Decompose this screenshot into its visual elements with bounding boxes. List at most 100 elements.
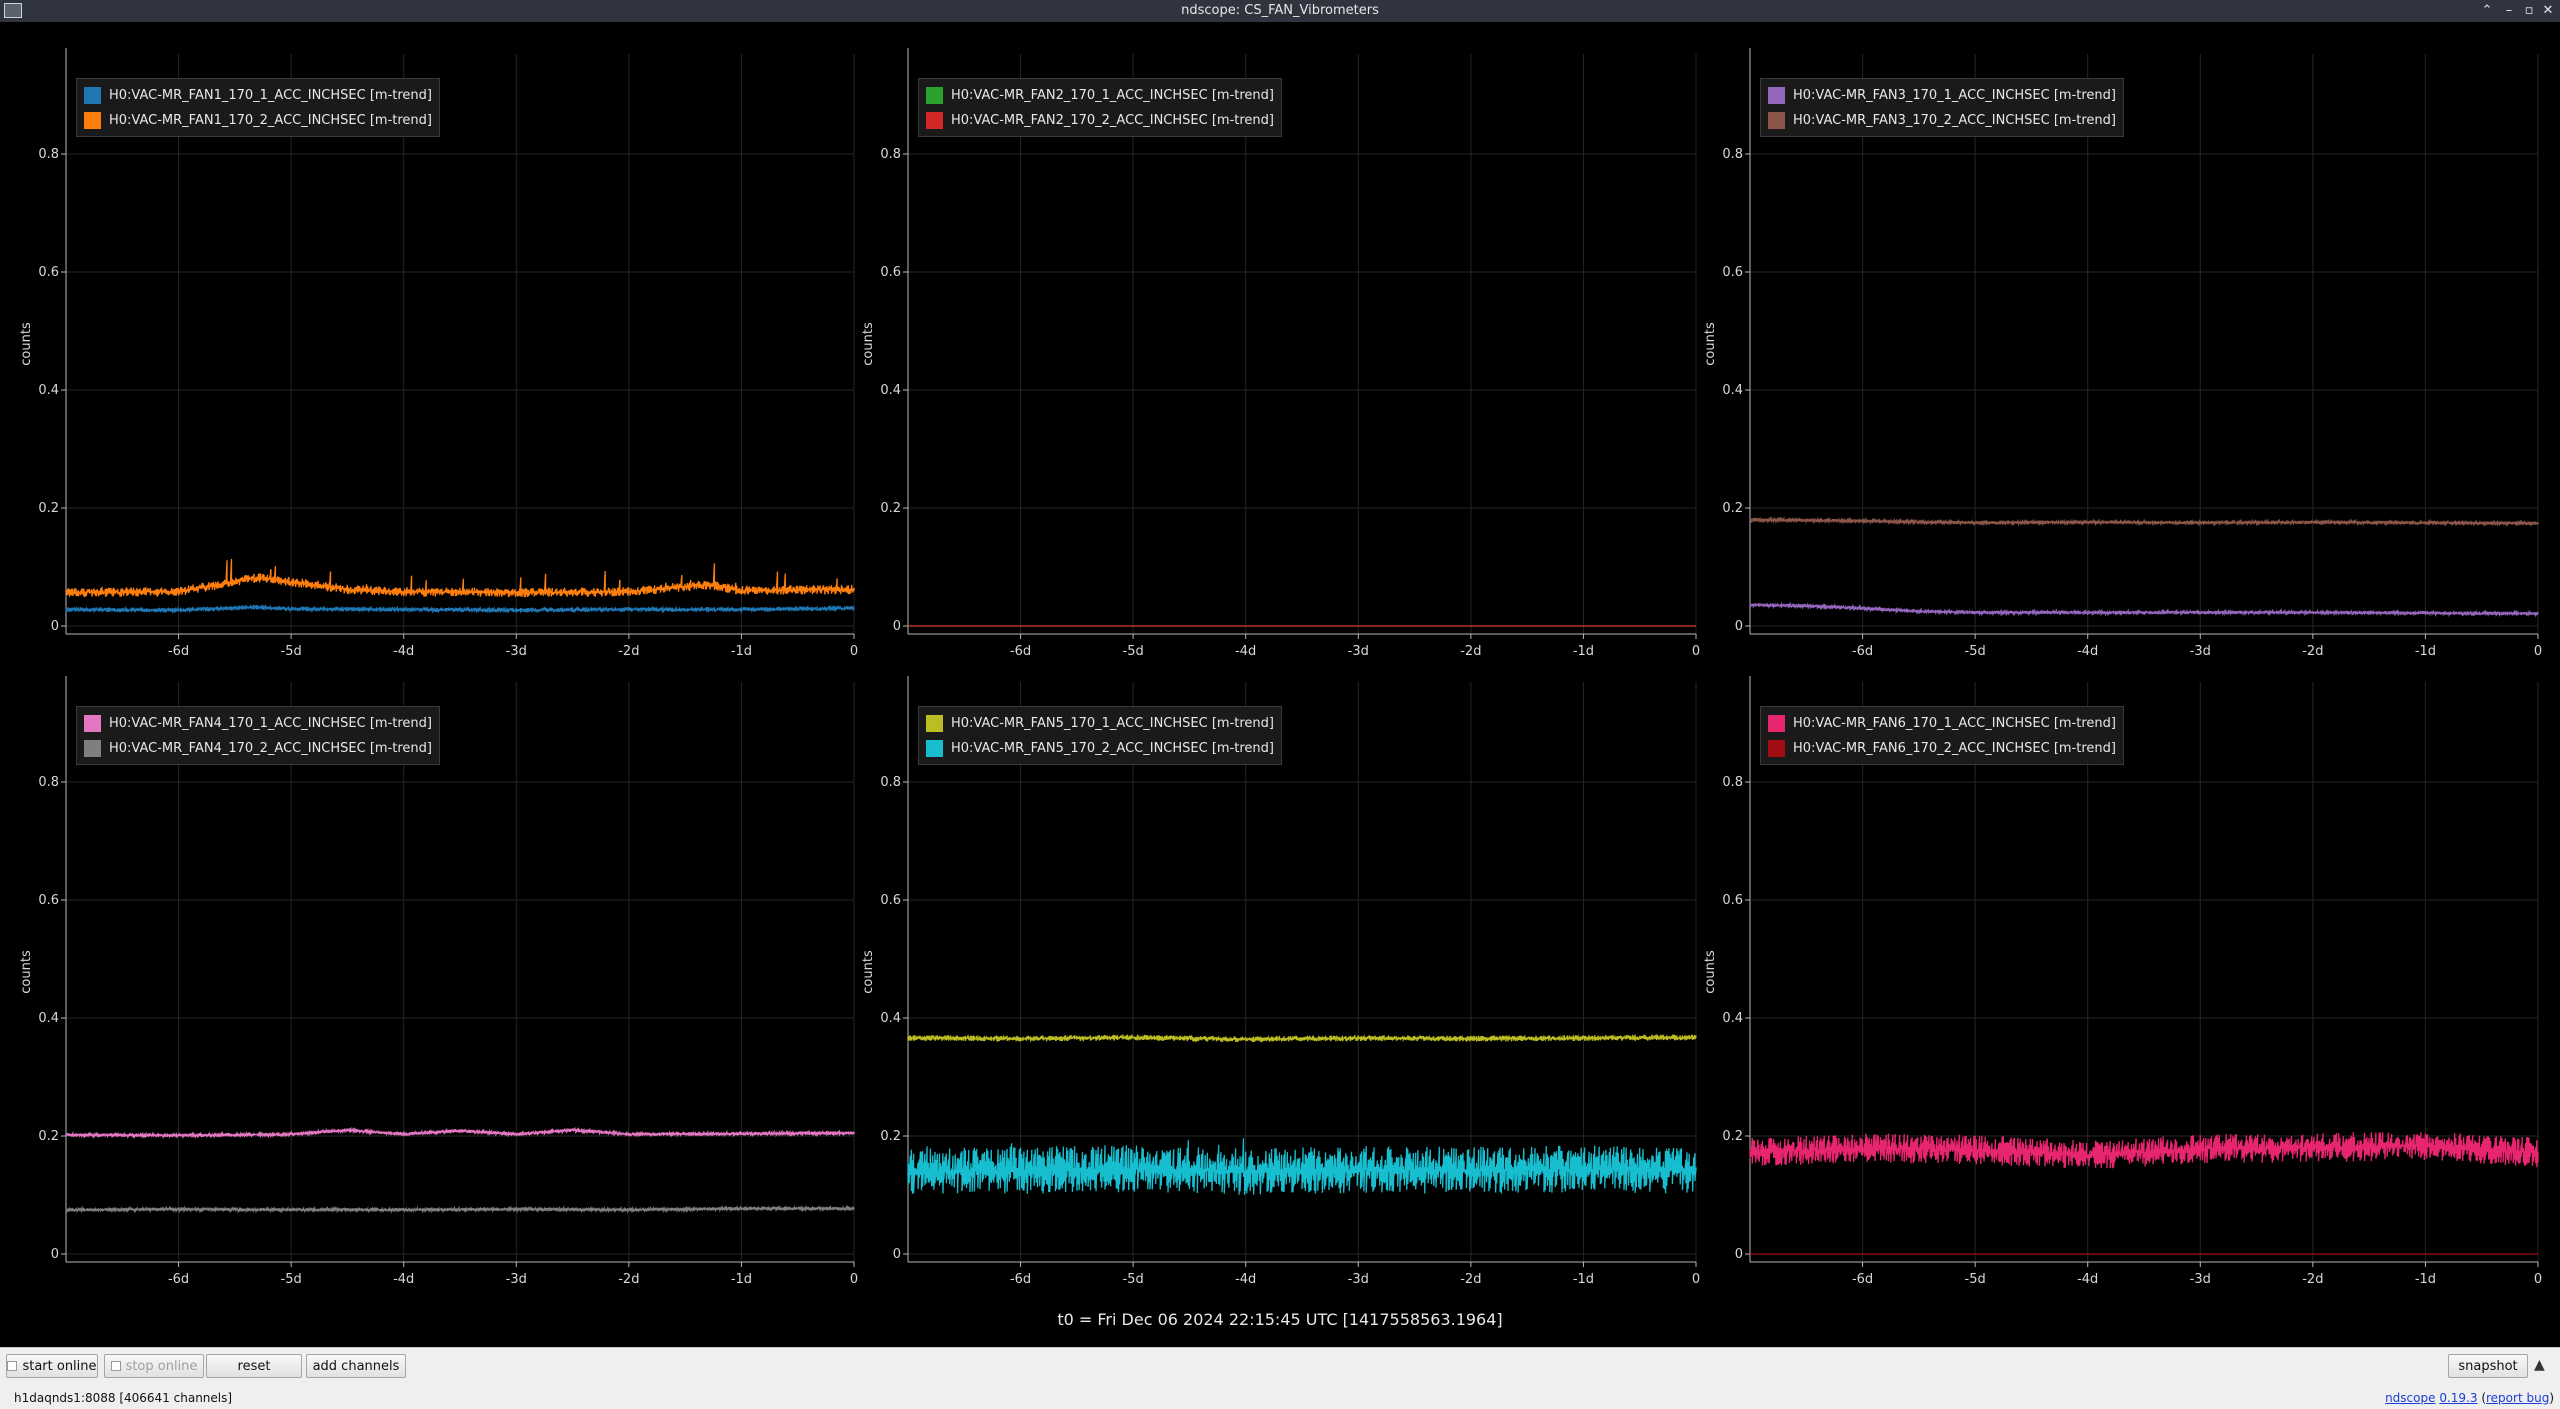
x-tick-label: -5d [1123, 1272, 1144, 1287]
y-tick-label: 0.6 [880, 893, 901, 908]
close-button[interactable]: ✕ [2539, 2, 2557, 20]
series-line [65, 558, 855, 598]
legend-label: H0:VAC-MR_FAN2_170_2_ACC_INCHSEC [m-tren… [951, 113, 1274, 128]
plot-2[interactable]: -6d -5d -4d -3d -2d -1d 0 0 0.2 0.4 0.6 0.8 counts [861, 48, 1700, 659]
legend: H0:VAC-MR_FAN1_170_1_ACC_INCHSEC [m-tren… [76, 78, 440, 137]
legend-item[interactable]: H0:VAC-MR_FAN3_170_2_ACC_INCHSEC [m-tren… [1768, 108, 2116, 133]
legend-label: H0:VAC-MR_FAN6_170_1_ACC_INCHSEC [m-tren… [1793, 716, 2116, 731]
legend-swatch [1768, 112, 1785, 129]
snapshot-button[interactable]: snapshot [2448, 1354, 2528, 1378]
x-tick-label: -4d [2077, 1272, 2098, 1287]
y-tick-label: 0.4 [1722, 383, 1743, 398]
legend-item[interactable]: H0:VAC-MR_FAN2_170_2_ACC_INCHSEC [m-tren… [926, 108, 1274, 133]
plot-4[interactable]: -6d -5d -4d -3d -2d -1d 0 0 0.2 0.4 0.6 0.8 counts [19, 676, 858, 1287]
y-tick-label: 0 [51, 1247, 59, 1262]
y-axis-label: counts [1703, 322, 1718, 366]
plot-3[interactable]: -6d -5d -4d -3d -2d -1d 0 0 0.2 0.4 0.6 0.8 counts [1703, 48, 2542, 659]
ndscope-link[interactable]: ndscope [2385, 1391, 2435, 1405]
legend-swatch [84, 715, 101, 732]
x-tick-label: -1d [1573, 644, 1594, 659]
y-tick-label: 0.6 [1722, 265, 1743, 280]
x-tick-label: -2d [2302, 1272, 2323, 1287]
plot-5[interactable]: -6d -5d -4d -3d -2d -1d 0 0 0.2 0.4 0.6 0.8 counts [861, 676, 1700, 1287]
x-tick-label: -1d [2415, 1272, 2436, 1287]
x-tick-label: -6d [1010, 644, 1031, 659]
x-tick-label: -5d [1965, 644, 1986, 659]
legend-label: H0:VAC-MR_FAN4_170_1_ACC_INCHSEC [m-tren… [109, 716, 432, 731]
status-bar: h1daqnds1:8088 [406641 channels] ndscope… [0, 1387, 2560, 1409]
legend-swatch [926, 87, 943, 104]
y-tick-label: 0.4 [880, 1011, 901, 1026]
legend: H0:VAC-MR_FAN2_170_1_ACC_INCHSEC [m-tren… [918, 78, 1282, 137]
x-tick-label: -2d [1460, 644, 1481, 659]
plot-1[interactable]: -6d -5d -4d -3d -2d -1d 0 0 0.2 0.4 0.6 0.8 counts [19, 48, 858, 659]
t0-label: t0 = Fri Dec 06 2024 22:15:45 UTC [14175… [1057, 1310, 1503, 1329]
y-tick-label: 0.2 [1722, 1129, 1743, 1144]
legend-item[interactable]: H0:VAC-MR_FAN6_170_2_ACC_INCHSEC [m-tren… [1768, 736, 2116, 761]
legend-item[interactable]: H0:VAC-MR_FAN4_170_1_ACC_INCHSEC [m-tren… [84, 711, 432, 736]
series-line [907, 1138, 1697, 1195]
plots-canvas[interactable]: -6d -5d -4d -3d -2d -1d 0 0 0.2 0.4 0.6 0.8 counts -6… [0, 22, 2560, 1347]
y-tick-label: 0.6 [880, 265, 901, 280]
legend-item[interactable]: H0:VAC-MR_FAN5_170_1_ACC_INCHSEC [m-tren… [926, 711, 1274, 736]
legend-label: H0:VAC-MR_FAN1_170_2_ACC_INCHSEC [m-tren… [109, 113, 432, 128]
x-tick-label: -3d [2190, 644, 2211, 659]
maximize-button[interactable]: ▫ [2520, 2, 2538, 20]
series-line [1749, 1132, 2539, 1169]
y-axis-label: counts [19, 950, 34, 994]
minimize-button[interactable]: – [2500, 2, 2518, 20]
x-tick-label: -6d [168, 1272, 189, 1287]
stop-online-label: stop online [125, 1358, 198, 1374]
y-tick-label: 0.8 [880, 147, 901, 162]
legend-item[interactable]: H0:VAC-MR_FAN2_170_1_ACC_INCHSEC [m-tren… [926, 83, 1274, 108]
x-tick-label: -2d [618, 1272, 639, 1287]
x-tick-label: -5d [281, 644, 302, 659]
y-tick-label: 0.6 [38, 265, 59, 280]
x-tick-label: -4d [2077, 644, 2098, 659]
expand-icon[interactable]: ▲ [2534, 1357, 2545, 1373]
legend: H0:VAC-MR_FAN4_170_1_ACC_INCHSEC [m-tren… [76, 706, 440, 765]
y-axis-label: counts [861, 322, 876, 366]
x-tick-label: 0 [2534, 1272, 2542, 1287]
legend-item[interactable]: H0:VAC-MR_FAN4_170_2_ACC_INCHSEC [m-tren… [84, 736, 432, 761]
legend-swatch [926, 740, 943, 757]
y-tick-label: 0.6 [1722, 893, 1743, 908]
x-tick-label: -1d [1573, 1272, 1594, 1287]
legend-item[interactable]: H0:VAC-MR_FAN1_170_2_ACC_INCHSEC [m-tren… [84, 108, 432, 133]
legend-item[interactable]: H0:VAC-MR_FAN3_170_1_ACC_INCHSEC [m-tren… [1768, 83, 2116, 108]
legend-swatch [1768, 87, 1785, 104]
y-tick-label: 0 [893, 1247, 901, 1262]
add-channels-button[interactable]: add channels [306, 1354, 406, 1378]
x-tick-label: 0 [850, 1272, 858, 1287]
y-tick-label: 0 [51, 619, 59, 634]
y-tick-label: 0.2 [880, 501, 901, 516]
y-tick-label: 0.6 [38, 893, 59, 908]
x-tick-label: -3d [506, 1272, 527, 1287]
y-tick-label: 0.4 [38, 383, 59, 398]
legend-item[interactable]: H0:VAC-MR_FAN6_170_1_ACC_INCHSEC [m-tren… [1768, 711, 2116, 736]
x-tick-label: -3d [2190, 1272, 2211, 1287]
report-bug-link[interactable]: report bug [2486, 1391, 2549, 1405]
start-online-label: start online [22, 1358, 97, 1374]
reset-button[interactable]: reset [206, 1354, 302, 1378]
series-line [1749, 601, 2539, 618]
shade-button[interactable]: ⌃ [2478, 2, 2496, 20]
x-tick-label: -1d [731, 644, 752, 659]
y-tick-label: 0.8 [38, 147, 59, 162]
legend-swatch [84, 112, 101, 129]
y-tick-label: 0 [893, 619, 901, 634]
legend-label: H0:VAC-MR_FAN3_170_1_ACC_INCHSEC [m-tren… [1793, 88, 2116, 103]
legend-item[interactable]: H0:VAC-MR_FAN1_170_1_ACC_INCHSEC [m-tren… [84, 83, 432, 108]
x-tick-label: -3d [1348, 1272, 1369, 1287]
legend-item[interactable]: H0:VAC-MR_FAN5_170_2_ACC_INCHSEC [m-tren… [926, 736, 1274, 761]
x-tick-label: -6d [1852, 644, 1873, 659]
plot-6[interactable]: -6d -5d -4d -3d -2d -1d 0 0 0.2 0.4 0.6 0.8 counts [1703, 676, 2542, 1287]
y-tick-label: 0.2 [38, 1129, 59, 1144]
legend: H0:VAC-MR_FAN3_170_1_ACC_INCHSEC [m-tren… [1760, 78, 2124, 137]
x-tick-label: -3d [1348, 644, 1369, 659]
plot-area[interactable]: -6d -5d -4d -3d -2d -1d 0 0 0.2 0.4 0.6 0.8 counts -6… [0, 22, 2560, 1347]
start-online-button[interactable]: start online [6, 1354, 98, 1378]
version-link[interactable]: 0.19.3 [2439, 1391, 2477, 1405]
start-online-indicator [7, 1361, 18, 1371]
stop-online-indicator [110, 1361, 121, 1371]
